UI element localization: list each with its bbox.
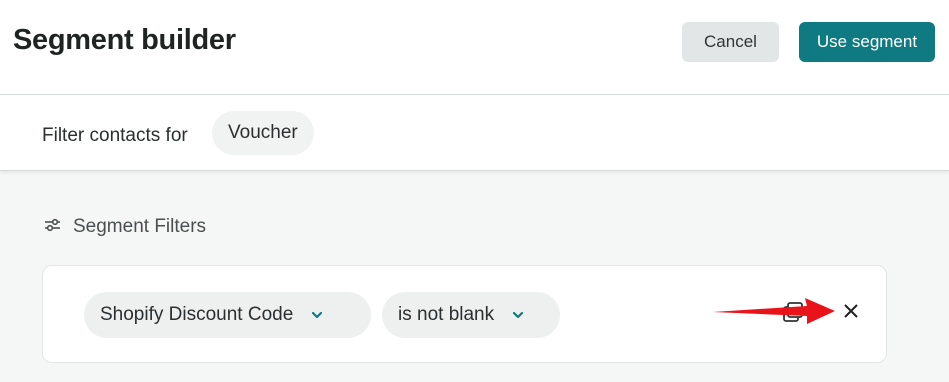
use-segment-button[interactable]: Use segment: [799, 22, 935, 62]
page-title: Segment builder: [13, 24, 236, 56]
sliders-icon: [44, 216, 73, 238]
audience-chip[interactable]: Voucher: [212, 111, 314, 155]
segment-filters-label: Segment Filters: [73, 216, 207, 237]
close-icon[interactable]: [842, 302, 860, 325]
chevron-down-icon: [311, 311, 323, 319]
chevron-down-icon: [512, 311, 524, 319]
segment-filters-heading: Segment Filters: [44, 216, 206, 238]
operator-select-value: is not blank: [398, 304, 495, 325]
operator-select[interactable]: is not blank: [382, 292, 560, 338]
page-header: Segment builder Cancel Use segment: [0, 0, 949, 95]
cancel-button[interactable]: Cancel: [682, 22, 779, 62]
filter-contacts-label: Filter contacts for: [42, 125, 188, 146]
filter-condition-card: Shopify Discount Code is not blank: [42, 265, 887, 363]
field-select[interactable]: Shopify Discount Code: [84, 292, 371, 338]
arrow-annotation: [711, 294, 841, 335]
field-select-value: Shopify Discount Code: [100, 304, 294, 325]
filter-bar: Filter contacts for Voucher: [0, 95, 949, 171]
